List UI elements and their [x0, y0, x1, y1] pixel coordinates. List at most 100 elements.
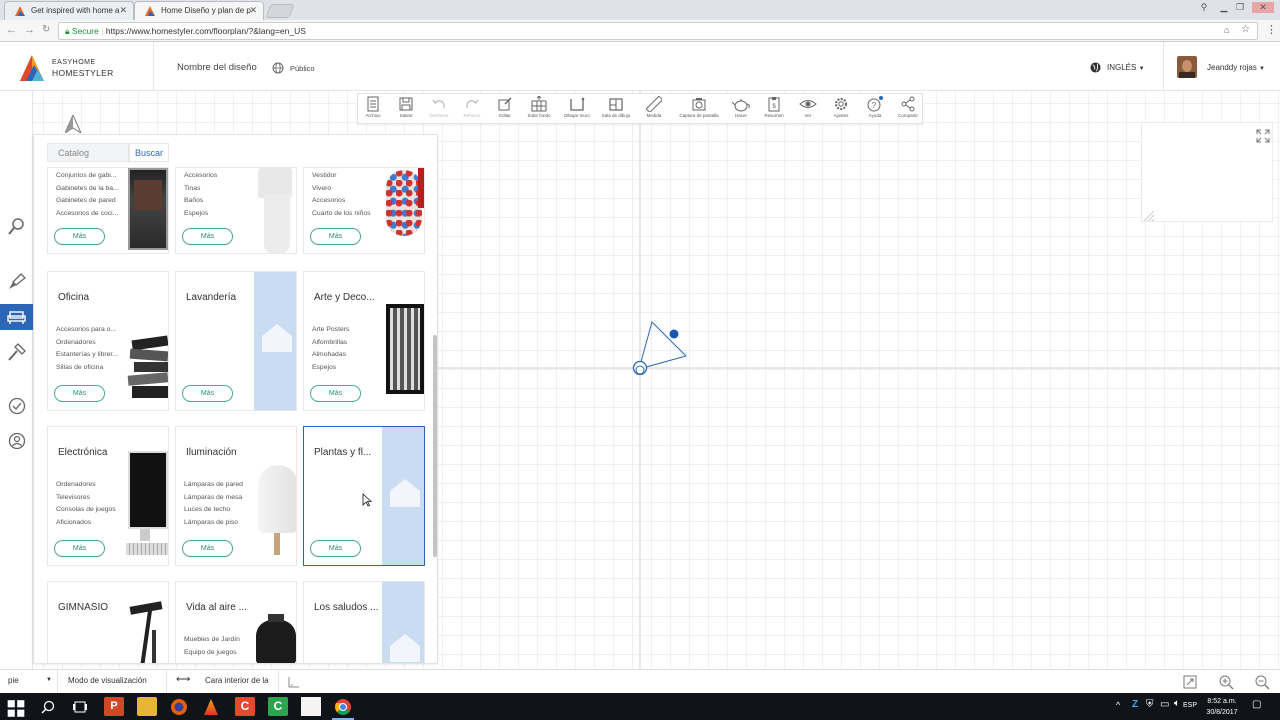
- clock[interactable]: 8:52 a.m. 30/8/2017: [1200, 696, 1244, 718]
- more-button[interactable]: Más: [54, 540, 105, 557]
- user-menu[interactable]: Jeanddy rojas ▼: [1207, 63, 1265, 72]
- more-button[interactable]: Más: [54, 228, 105, 245]
- toolbar-subir-fondo[interactable]: Subir fondo: [522, 96, 556, 118]
- toolbar-hacer[interactable]: Hacer: [724, 96, 758, 118]
- resize-handle-icon[interactable]: [1142, 209, 1156, 223]
- menu-kebab-icon[interactable]: ⋮: [1266, 23, 1277, 36]
- category-card-electronica[interactable]: Electrónica Ordenadores Televisores Consol…: [47, 426, 169, 566]
- url-field[interactable]: 🔒︎ Secure | https://www.homestyler.com/f…: [58, 22, 1258, 40]
- reload-icon[interactable]: ↻: [42, 24, 50, 35]
- hammer-icon[interactable]: [6, 341, 28, 363]
- browser-tab-homestyler[interactable]: Home Diseño y plan de p ✕: [134, 1, 264, 20]
- category-card-plantas[interactable]: Plantas y fl... Más: [303, 426, 425, 566]
- catalog-scrollbar[interactable]: [433, 335, 437, 557]
- tray-chevron-up-icon[interactable]: ^: [1116, 700, 1120, 710]
- category-card-saludos[interactable]: Los saludos ...: [303, 581, 425, 663]
- category-card[interactable]: Vestidor Vivero Accesorios Cuarto de los ni…: [303, 167, 425, 254]
- bookmark-star-icon[interactable]: ☆: [1241, 24, 1250, 35]
- powerpoint-icon[interactable]: P: [104, 697, 124, 716]
- toolbar-deshacer[interactable]: Deshacer: [422, 96, 456, 118]
- action-center-icon[interactable]: ▢: [1252, 699, 1261, 710]
- more-button[interactable]: Más: [310, 228, 361, 245]
- toolbar-ver[interactable]: Ver: [791, 96, 825, 118]
- toolbar-sala-de-dibujo[interactable]: Sala de dibujo: [599, 96, 633, 118]
- avatar[interactable]: [1177, 56, 1197, 78]
- category-card-oficina[interactable]: Oficina Accesorios para o... Ordenadores E…: [47, 271, 169, 411]
- file-explorer-icon[interactable]: [137, 697, 157, 716]
- search-icon[interactable]: [6, 215, 28, 237]
- design-name[interactable]: Nombre del diseño: [177, 62, 257, 73]
- toolbar-ajustes[interactable]: Ajustes: [824, 96, 858, 118]
- toolbar-editar[interactable]: Editar: [488, 96, 522, 118]
- zoom-out-icon[interactable]: [1254, 674, 1270, 690]
- visibility-toggle[interactable]: Público: [290, 64, 315, 73]
- blank-app-icon[interactable]: [301, 697, 321, 716]
- recorder-icon[interactable]: [204, 699, 218, 715]
- camtasia-icon[interactable]: C: [235, 697, 255, 716]
- toolbar-salvar[interactable]: Salvar: [389, 96, 423, 118]
- category-card-lavanderia[interactable]: Lavandería Más: [175, 271, 297, 411]
- close-tab-icon[interactable]: ✕: [119, 5, 127, 16]
- more-button[interactable]: Más: [182, 228, 233, 245]
- back-icon[interactable]: ←: [6, 24, 17, 36]
- profile-icon[interactable]: ⚲: [1198, 2, 1210, 13]
- language-selector[interactable]: INGLÉS ▼: [1107, 63, 1145, 72]
- toolbar-resumen[interactable]: $ Resumen: [757, 96, 791, 118]
- task-view-icon[interactable]: [72, 699, 88, 715]
- toolbar-rehacer[interactable]: Rehacer: [455, 96, 489, 118]
- category-card[interactable]: Accesorios Tinas Baños Espejos Más: [175, 167, 297, 254]
- more-button[interactable]: Más: [182, 540, 233, 557]
- more-button[interactable]: Más: [182, 385, 233, 402]
- tray-app-icon[interactable]: Z: [1132, 699, 1138, 710]
- user-profile-icon[interactable]: [6, 430, 28, 452]
- toolbar-captura[interactable]: Captura de pantalla: [676, 96, 722, 118]
- tab-search[interactable]: Buscar: [129, 143, 169, 162]
- toolbar-archivo[interactable]: Archivo: [356, 96, 390, 118]
- toilet-image: [254, 168, 296, 253]
- category-items: Ordenadores Televisores Consolas de juegos…: [56, 481, 116, 526]
- camera-view-icon[interactable]: [628, 319, 690, 379]
- measure-mode-button[interactable]: Cara interior de la: [205, 676, 269, 685]
- paint-brush-icon[interactable]: [6, 271, 28, 293]
- more-button[interactable]: Más: [310, 385, 361, 402]
- expand-icon[interactable]: [1256, 129, 1270, 143]
- minimize-icon[interactable]: ▁: [1218, 2, 1230, 13]
- network-icon[interactable]: ▭: [1160, 699, 1169, 710]
- unit-select[interactable]: pie ▼: [0, 670, 58, 693]
- fit-view-icon[interactable]: [1182, 674, 1198, 690]
- close-tab-icon[interactable]: ✕: [249, 5, 257, 16]
- more-button[interactable]: Más: [310, 540, 361, 557]
- restore-icon[interactable]: ❐: [1234, 2, 1246, 13]
- toolbar-dibujar-muro[interactable]: Dibujar muro: [560, 96, 594, 118]
- tray-security-icon[interactable]: ⛨: [1146, 699, 1154, 710]
- close-window-icon[interactable]: ✕: [1252, 2, 1274, 13]
- camtasia-recorder-icon[interactable]: C: [268, 697, 288, 716]
- more-button[interactable]: Más: [54, 385, 105, 402]
- view-mode-button[interactable]: Modo de visualización: [68, 676, 147, 685]
- category-card-arte[interactable]: Arte y Deco... Arte Posters Alfombrillas A…: [303, 271, 425, 411]
- category-card-iluminacion[interactable]: Iluminación Lámparas de pared Lámparas de…: [175, 426, 297, 566]
- search-icon[interactable]: [40, 699, 56, 715]
- chrome-icon[interactable]: [334, 698, 352, 716]
- category-card-aire-libre[interactable]: Vida al aire ... Muebles de Jardín Equipo…: [175, 581, 297, 663]
- forward-icon[interactable]: →: [24, 24, 35, 36]
- translate-icon[interactable]: ⌂: [1224, 25, 1229, 35]
- tab-catalog[interactable]: Catalog: [47, 143, 129, 162]
- windows-start-icon[interactable]: [6, 699, 26, 718]
- browser-tab-inspired[interactable]: Get inspired with home a ✕: [4, 1, 134, 20]
- category-card-gimnasio[interactable]: GIMNASIO: [47, 581, 169, 663]
- minimap[interactable]: [1141, 122, 1273, 222]
- firefox-icon[interactable]: [170, 698, 188, 716]
- angle-icon[interactable]: [288, 676, 300, 688]
- toolbar-compartir[interactable]: Compartir: [891, 96, 925, 118]
- zoom-in-icon[interactable]: [1218, 674, 1234, 690]
- furniture-catalog-tab[interactable]: [0, 304, 33, 330]
- category-card[interactable]: Conjuntos de gabi... Gabinetes de la ba..…: [47, 167, 169, 254]
- toolbar-medida[interactable]: Medida: [637, 96, 671, 118]
- history-icon[interactable]: [6, 395, 28, 417]
- input-language[interactable]: ESP: [1183, 702, 1197, 709]
- volume-icon[interactable]: 🔈︎: [1174, 698, 1180, 709]
- category-title: Iluminación: [186, 447, 237, 458]
- toolbar-ayuda[interactable]: ? Ayuda: [858, 96, 892, 118]
- new-tab-button[interactable]: [265, 4, 295, 18]
